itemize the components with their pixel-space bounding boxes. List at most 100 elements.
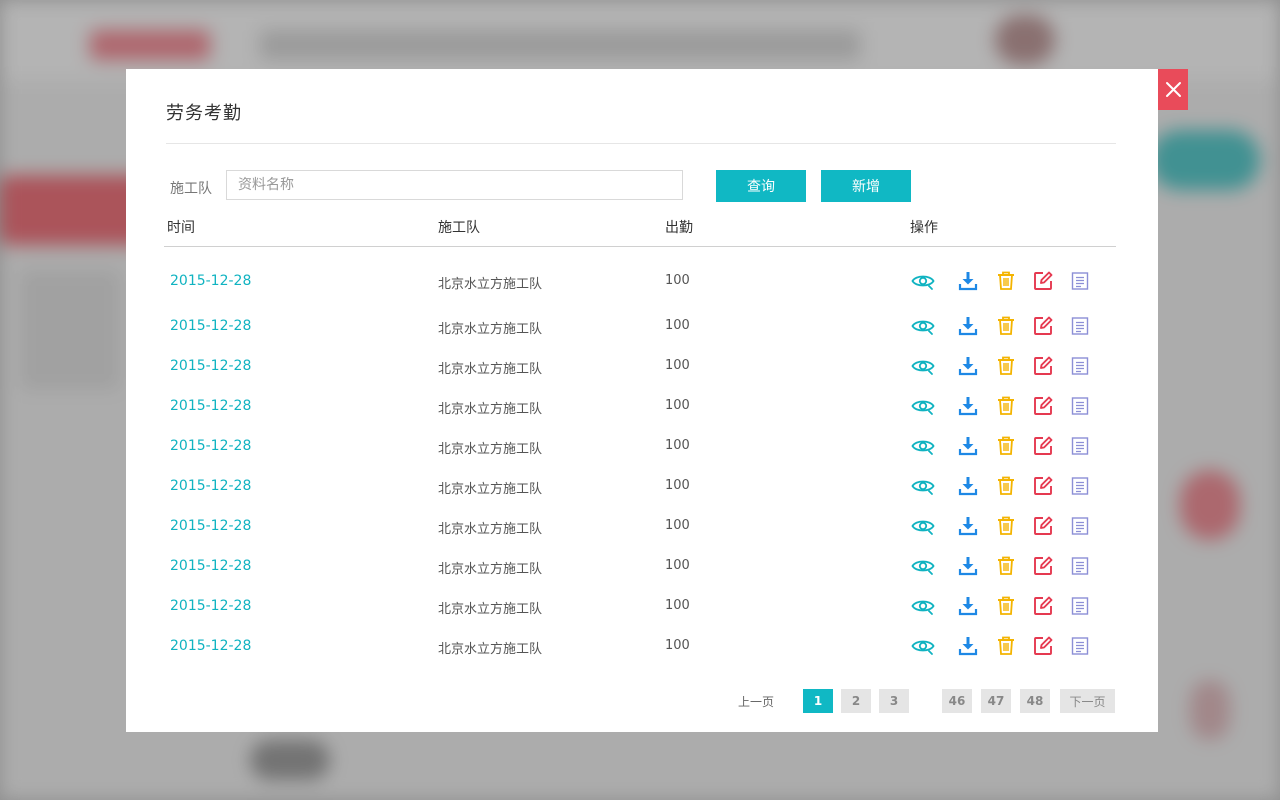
page-2-button[interactable]: 2 [841,689,871,713]
row-date-link[interactable]: 2015-12-28 [170,273,251,289]
view-button[interactable] [911,554,935,578]
row-date-link[interactable]: 2015-12-28 [170,318,251,334]
edit-button[interactable] [1031,554,1055,578]
table-row: 2015-12-28 北京水立方施工队 100 [126,346,1158,386]
details-button[interactable] [1068,434,1092,458]
details-button[interactable] [1068,554,1092,578]
edit-icon [1034,316,1053,335]
trash-icon [998,396,1014,415]
view-button[interactable] [911,474,935,498]
edit-button[interactable] [1031,354,1055,378]
view-button[interactable] [911,434,935,458]
list-icon [1071,437,1089,455]
edit-icon [1034,271,1053,290]
delete-button[interactable] [994,554,1018,578]
details-button[interactable] [1068,594,1092,618]
edit-button[interactable] [1031,434,1055,458]
edit-icon [1034,356,1053,375]
delete-button[interactable] [994,594,1018,618]
search-input[interactable] [226,170,683,200]
row-date-link[interactable]: 2015-12-28 [170,558,251,574]
view-button[interactable] [911,394,935,418]
edit-button[interactable] [1031,314,1055,338]
view-button[interactable] [911,514,935,538]
view-button[interactable] [911,354,935,378]
list-icon [1071,597,1089,615]
view-button[interactable] [911,594,935,618]
page-1-button[interactable]: 1 [803,689,833,713]
download-button[interactable] [956,514,980,538]
trash-icon [998,516,1014,535]
edit-button[interactable] [1031,474,1055,498]
download-button[interactable] [956,354,980,378]
view-button[interactable] [911,634,935,658]
download-button[interactable] [956,474,980,498]
download-button[interactable] [956,634,980,658]
edit-button[interactable] [1031,594,1055,618]
edit-button[interactable] [1031,269,1055,293]
details-button[interactable] [1068,474,1092,498]
edit-button[interactable] [1031,634,1055,658]
row-date-link[interactable]: 2015-12-28 [170,598,251,614]
download-button[interactable] [956,554,980,578]
row-date-link[interactable]: 2015-12-28 [170,638,251,654]
download-icon [958,597,978,616]
eye-icon [911,400,935,415]
delete-button[interactable] [994,634,1018,658]
trash-icon [998,271,1014,290]
download-icon [958,317,978,336]
eye-icon [911,560,935,575]
view-button[interactable] [911,314,935,338]
delete-button[interactable] [994,354,1018,378]
page-3-button[interactable]: 3 [879,689,909,713]
download-button[interactable] [956,314,980,338]
details-button[interactable] [1068,269,1092,293]
list-icon [1071,272,1089,290]
edit-icon [1034,556,1053,575]
edit-button[interactable] [1031,514,1055,538]
download-button[interactable] [956,434,980,458]
page-48-button[interactable]: 48 [1020,689,1050,713]
title-divider [166,143,1116,144]
download-icon [958,357,978,376]
add-button[interactable]: 新增 [821,170,911,202]
delete-button[interactable] [994,474,1018,498]
download-button[interactable] [956,269,980,293]
close-button[interactable] [1158,69,1188,110]
details-button[interactable] [1068,514,1092,538]
header-attendance: 出勤 [665,220,693,236]
details-button[interactable] [1068,634,1092,658]
row-date-link[interactable]: 2015-12-28 [170,478,251,494]
row-date-link[interactable]: 2015-12-28 [170,398,251,414]
row-team: 北京水立方施工队 [438,562,543,577]
delete-button[interactable] [994,269,1018,293]
details-button[interactable] [1068,314,1092,338]
details-button[interactable] [1068,394,1092,418]
view-button[interactable] [911,269,935,293]
row-team: 北京水立方施工队 [438,642,543,657]
details-button[interactable] [1068,354,1092,378]
edit-button[interactable] [1031,394,1055,418]
delete-button[interactable] [994,434,1018,458]
download-button[interactable] [956,594,980,618]
download-icon [958,437,978,456]
eye-icon [911,520,935,535]
page-47-button[interactable]: 47 [981,689,1011,713]
query-button[interactable]: 查询 [716,170,806,202]
row-date-link[interactable]: 2015-12-28 [170,438,251,454]
next-page-button[interactable]: 下一页 [1060,689,1115,713]
row-team: 北京水立方施工队 [438,482,543,497]
delete-button[interactable] [994,394,1018,418]
list-icon [1071,557,1089,575]
row-date-link[interactable]: 2015-12-28 [170,518,251,534]
page-46-button[interactable]: 46 [942,689,972,713]
delete-button[interactable] [994,514,1018,538]
row-date-link[interactable]: 2015-12-28 [170,358,251,374]
table-row: 2015-12-28 北京水立方施工队 100 [126,506,1158,546]
trash-icon [998,636,1014,655]
header-time: 时间 [167,220,195,236]
row-attendance: 100 [665,518,690,533]
prev-page-button[interactable]: 上一页 [738,693,774,710]
download-button[interactable] [956,394,980,418]
delete-button[interactable] [994,314,1018,338]
